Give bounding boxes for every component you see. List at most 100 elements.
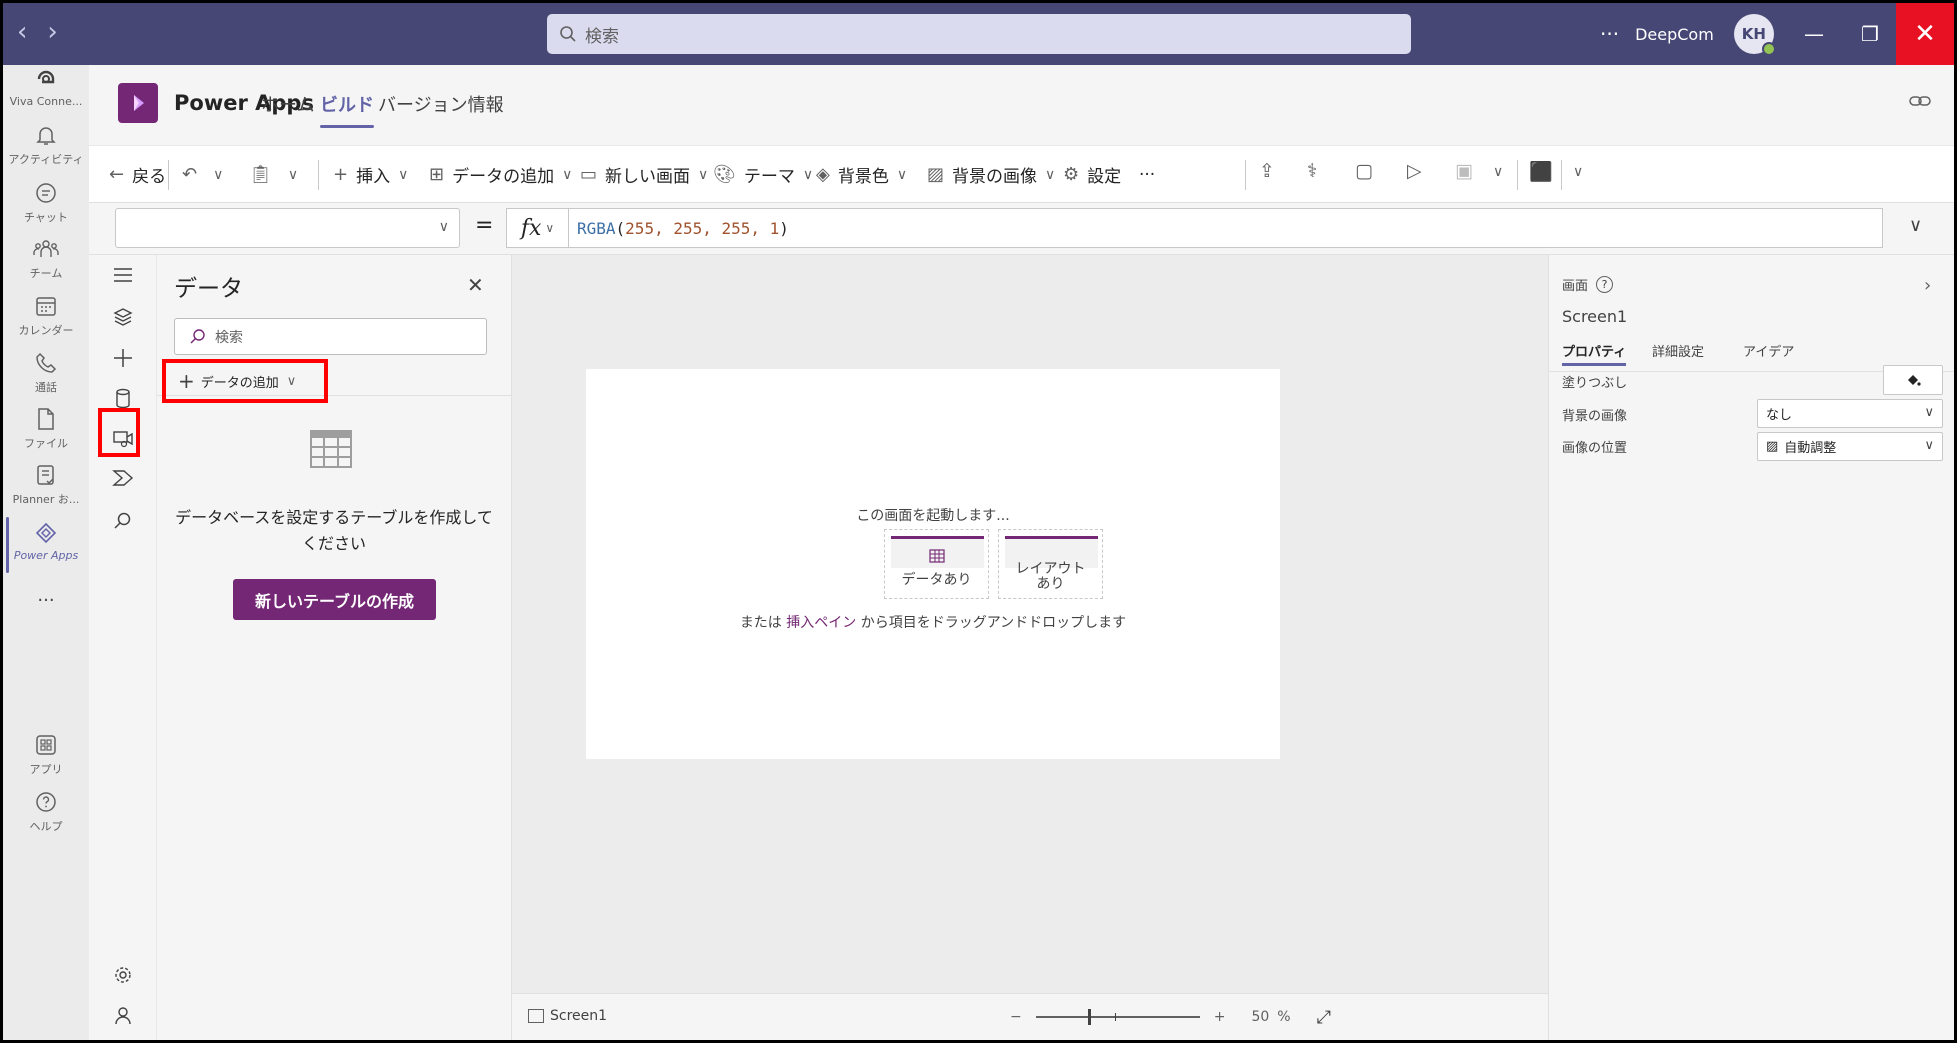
fit-to-window-icon[interactable]: ⤢ [1317,1007,1331,1028]
divider [1561,160,1562,190]
avatar[interactable]: KH [1733,14,1776,56]
tab-home[interactable]: ホーム [261,91,314,117]
data-search-input[interactable]: 検索 [174,318,487,355]
power-automate-icon[interactable] [89,469,157,487]
tab-ideas[interactable]: アイデア [1743,341,1794,360]
insert-button[interactable]: + 挿入 ∨ [333,146,408,203]
rail-label: チーム [29,267,63,280]
rail-label: アプリ [29,763,63,776]
expand-formula-chevron-icon[interactable]: ∨ [1909,215,1922,236]
more-options-icon[interactable]: ··· [1600,22,1619,46]
insert-plus-icon[interactable] [89,347,157,369]
preview-play-icon[interactable]: ▷ [1407,160,1422,182]
screen-selector[interactable]: Screen1 [528,1008,607,1024]
search-icon[interactable] [89,511,157,531]
insert-pane-link[interactable]: 挿入ペイン [786,615,856,631]
zoom-slider[interactable] [1035,1009,1200,1025]
back-arrow-icon[interactable]: ‹ [17,17,27,47]
divider [1245,160,1246,190]
rail-item-activity[interactable]: アクティビティ [3,123,89,167]
background-image-button[interactable]: ▨ 背景の画像 ∨ [927,146,1055,203]
chevron-down-icon: ∨ [698,166,709,183]
new-screen-button[interactable]: ▭ 新しい画面 ∨ [580,146,708,203]
help-icon[interactable]: ? [1596,276,1614,293]
bell-icon [36,127,56,145]
restore-button[interactable]: ❐ [1842,3,1898,65]
rail-item-calls[interactable]: 通話 [3,351,89,395]
fx-button[interactable]: fx ∨ [506,208,568,248]
with-layout-card[interactable]: レイアウトあり [998,529,1103,599]
add-data-button[interactable]: + データの追加 ∨ [162,359,328,403]
app-checker-icon[interactable]: ⚕ [1307,160,1317,182]
zoom-control: − + 50 % ⤢ [1010,1004,1331,1030]
link-icon[interactable] [1909,93,1931,113]
zoom-in-button[interactable]: + [1214,1009,1226,1025]
rail-item-calendar[interactable]: カレンダー [3,294,89,338]
fill-color-picker[interactable] [1883,365,1943,395]
background-color-button[interactable]: ◈ 背景色 ∨ [816,146,907,203]
share-icon[interactable]: ⇪ [1259,160,1275,182]
rail-item-planner[interactable]: Planner お... [3,463,89,507]
tab-advanced[interactable]: 詳細設定 [1652,341,1704,360]
image-position-dropdown[interactable]: ▨ 自動調整 ∨ [1757,432,1943,461]
tree-view-layers-icon[interactable] [89,307,157,327]
tab-build[interactable]: ビルド [320,91,374,128]
virtual-agent-icon[interactable] [89,1005,157,1025]
rail-item-viva[interactable]: Viva Conne... [3,65,89,108]
create-new-table-button[interactable]: 新しいテーブルの作成 [233,579,436,620]
rail-item-chat[interactable]: チャット [3,181,89,225]
tab-about[interactable]: バージョン情報 [378,91,504,117]
comments-icon[interactable]: ▢ [1355,160,1373,182]
chevron-down-icon: ∨ [213,166,224,183]
close-window-button[interactable]: ✕ [1896,3,1954,65]
settings-gear-icon[interactable] [89,965,157,985]
formula-input[interactable]: RGBA(255, 255, 255, 1) [568,208,1883,248]
rail-item-help[interactable]: ヘルプ [3,790,89,834]
screen-canvas[interactable]: この画面を起動します... データあり レイアウトあり または 挿入ペイン から… [586,369,1280,759]
rail-item-teams[interactable]: チーム [3,237,89,281]
chevron-right-icon[interactable]: › [1924,275,1931,296]
rail-item-apps[interactable]: アプリ [3,733,89,777]
rail-item-files[interactable]: ファイル [3,407,89,451]
zoom-out-button[interactable]: − [1010,1009,1022,1025]
publish-options-chevron-icon[interactable]: ∨ [1573,164,1583,180]
data-pane-title: データ [174,276,243,302]
teams-publish-icon[interactable]: ⬛ [1529,160,1553,183]
control-type: 画面 ? [1562,275,1614,294]
save-icon[interactable]: ▣ [1455,160,1473,182]
divider [318,160,319,190]
org-name[interactable]: DeepCom [1635,25,1714,44]
avatar-initials: KH [1741,25,1766,43]
undo-button[interactable]: ↶ ∨ [182,146,223,203]
empty-data-message: データベースを設定するテーブルを作成してください [175,508,493,553]
rail-item-power-apps[interactable]: Power Apps [3,517,89,573]
data-cylinder-icon[interactable] [89,388,157,410]
paste-button[interactable]: 📋︎ ∨ [249,146,298,203]
command-bar: ← 戻る ↶ ∨ 📋︎ ∨ + 挿入 ∨ ⊞ データの追加 ∨ ▭ 新しい画面 ∨ 🎨︎ テーマ ∨ … [89,145,1954,203]
forward-arrow-icon[interactable]: › [47,17,57,47]
chevron-down-icon: ∨ [1924,438,1934,453]
background-image-value: なし [1766,408,1793,423]
more-commands-button[interactable]: ··· [1139,146,1155,203]
image-icon: ▨ [1766,439,1779,454]
settings-button[interactable]: ⚙ 設定 [1063,146,1121,203]
zoom-slider-thumb[interactable] [1087,1009,1091,1025]
rail-more[interactable]: ... [3,585,89,606]
global-search-input[interactable]: 検索 [547,14,1411,54]
close-icon[interactable]: ✕ [467,273,484,297]
background-image-dropdown[interactable]: なし ∨ [1757,399,1943,428]
minimize-button[interactable]: — [1786,3,1842,65]
media-icon[interactable] [89,429,157,449]
selected-screen-name: Screen1 [1562,307,1628,326]
add-data-button[interactable]: ⊞ データの追加 ∨ [429,146,572,203]
with-data-layout-card[interactable]: データあり [884,529,989,599]
back-button[interactable]: ← 戻る [109,146,166,203]
viva-connections-icon [37,70,55,84]
theme-button[interactable]: 🎨︎ テーマ ∨ [713,146,813,203]
rail-label: Planner お... [12,493,80,506]
tab-properties[interactable]: プロパティ [1562,341,1627,366]
hamburger-menu-icon[interactable] [89,267,157,283]
screen-name: Screen1 [550,1008,608,1024]
property-dropdown[interactable]: ∨ [115,208,460,248]
save-options-chevron-icon[interactable]: ∨ [1493,164,1503,180]
